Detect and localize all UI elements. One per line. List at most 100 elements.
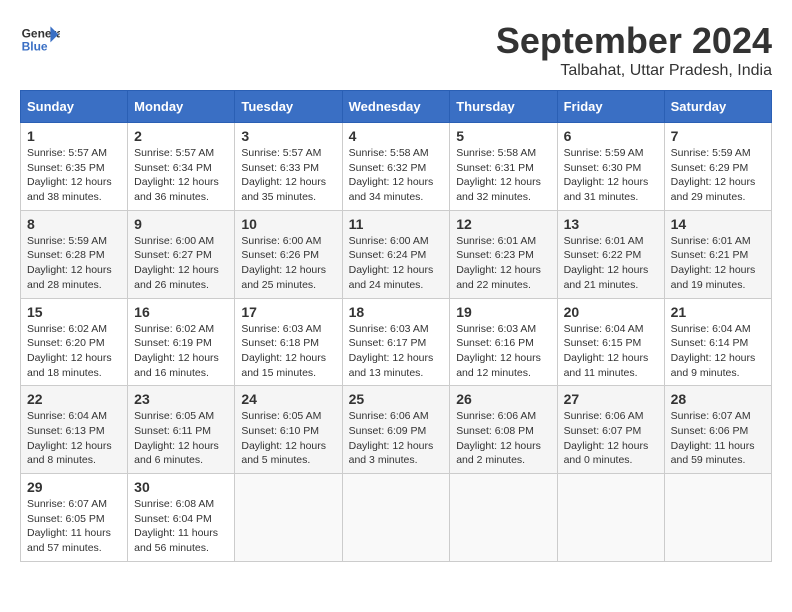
column-header-friday: Friday <box>557 91 664 123</box>
day-info: Sunrise: 6:01 AMSunset: 6:23 PMDaylight:… <box>456 234 550 293</box>
calendar-cell: 12 Sunrise: 6:01 AMSunset: 6:23 PMDayligh… <box>450 210 557 298</box>
day-info: Sunrise: 5:57 AMSunset: 6:34 PMDaylight:… <box>134 146 228 205</box>
day-number: 15 <box>27 304 121 320</box>
calendar-week-row: 8Sunrise: 5:59 AMSunset: 6:28 PMDaylight… <box>21 210 772 298</box>
day-number: 3 <box>241 128 335 144</box>
day-number: 22 <box>27 391 121 407</box>
column-header-monday: Monday <box>128 91 235 123</box>
calendar-cell <box>342 474 450 562</box>
calendar-cell: 16 Sunrise: 6:02 AMSunset: 6:19 PMDayligh… <box>128 298 235 386</box>
logo-icon: General Blue <box>20 20 60 60</box>
day-info: Sunrise: 6:00 AMSunset: 6:26 PMDaylight:… <box>241 234 335 293</box>
column-header-sunday: Sunday <box>21 91 128 123</box>
day-number: 7 <box>671 128 765 144</box>
day-info: Sunrise: 6:04 AMSunset: 6:15 PMDaylight:… <box>564 322 658 381</box>
day-number: 21 <box>671 304 765 320</box>
calendar-cell: 8Sunrise: 5:59 AMSunset: 6:28 PMDaylight… <box>21 210 128 298</box>
calendar-cell: 28Sunrise: 6:07 AMSunset: 6:06 PMDayligh… <box>664 386 771 474</box>
day-info: Sunrise: 6:03 AMSunset: 6:16 PMDaylight:… <box>456 322 550 381</box>
day-info: Sunrise: 6:03 AMSunset: 6:18 PMDaylight:… <box>241 322 335 381</box>
day-number: 19 <box>456 304 550 320</box>
calendar-cell: 2 Sunrise: 5:57 AMSunset: 6:34 PMDaylight… <box>128 123 235 211</box>
month-title: September 2024 <box>496 20 772 62</box>
day-info: Sunrise: 5:59 AMSunset: 6:29 PMDaylight:… <box>671 146 765 205</box>
calendar-cell: 15 Sunrise: 6:02 AMSunset: 6:20 PMDayligh… <box>21 298 128 386</box>
day-info: Sunrise: 6:08 AMSunset: 6:04 PMDaylight:… <box>134 497 228 556</box>
calendar-cell: 19 Sunrise: 6:03 AMSunset: 6:16 PMDayligh… <box>450 298 557 386</box>
svg-text:Blue: Blue <box>22 39 48 53</box>
day-number: 30 <box>134 479 228 495</box>
calendar-cell <box>235 474 342 562</box>
day-info: Sunrise: 5:59 AMSunset: 6:28 PMDaylight:… <box>27 234 121 293</box>
day-number: 16 <box>134 304 228 320</box>
day-info: Sunrise: 6:06 AMSunset: 6:09 PMDaylight:… <box>349 409 444 468</box>
day-number: 10 <box>241 216 335 232</box>
calendar-cell: 24 Sunrise: 6:05 AMSunset: 6:10 PMDayligh… <box>235 386 342 474</box>
day-number: 18 <box>349 304 444 320</box>
day-number: 29 <box>27 479 121 495</box>
calendar-cell: 29Sunrise: 6:07 AMSunset: 6:05 PMDayligh… <box>21 474 128 562</box>
column-header-thursday: Thursday <box>450 91 557 123</box>
calendar-cell: 17 Sunrise: 6:03 AMSunset: 6:18 PMDayligh… <box>235 298 342 386</box>
day-number: 11 <box>349 216 444 232</box>
day-info: Sunrise: 6:02 AMSunset: 6:19 PMDaylight:… <box>134 322 228 381</box>
calendar-week-row: 15 Sunrise: 6:02 AMSunset: 6:20 PMDayligh… <box>21 298 772 386</box>
day-number: 23 <box>134 391 228 407</box>
calendar-cell <box>450 474 557 562</box>
calendar-week-row: 29Sunrise: 6:07 AMSunset: 6:05 PMDayligh… <box>21 474 772 562</box>
calendar-cell: 9Sunrise: 6:00 AMSunset: 6:27 PMDaylight… <box>128 210 235 298</box>
column-header-saturday: Saturday <box>664 91 771 123</box>
day-number: 6 <box>564 128 658 144</box>
day-info: Sunrise: 6:00 AMSunset: 6:27 PMDaylight:… <box>134 234 228 293</box>
day-info: Sunrise: 6:05 AMSunset: 6:10 PMDaylight:… <box>241 409 335 468</box>
day-info: Sunrise: 6:02 AMSunset: 6:20 PMDaylight:… <box>27 322 121 381</box>
calendar-cell: 13Sunrise: 6:01 AMSunset: 6:22 PMDayligh… <box>557 210 664 298</box>
calendar-cell: 26Sunrise: 6:06 AMSunset: 6:08 PMDayligh… <box>450 386 557 474</box>
day-number: 4 <box>349 128 444 144</box>
day-info: Sunrise: 5:58 AMSunset: 6:32 PMDaylight:… <box>349 146 444 205</box>
day-info: Sunrise: 6:04 AMSunset: 6:13 PMDaylight:… <box>27 409 121 468</box>
day-number: 28 <box>671 391 765 407</box>
day-info: Sunrise: 5:57 AMSunset: 6:35 PMDaylight:… <box>27 146 121 205</box>
calendar-cell: 5 Sunrise: 5:58 AMSunset: 6:31 PMDaylight… <box>450 123 557 211</box>
day-number: 25 <box>349 391 444 407</box>
page-header: General Blue September 2024 Talbahat, Ut… <box>20 20 772 80</box>
day-number: 2 <box>134 128 228 144</box>
day-info: Sunrise: 5:57 AMSunset: 6:33 PMDaylight:… <box>241 146 335 205</box>
day-number: 24 <box>241 391 335 407</box>
calendar-cell: 18Sunrise: 6:03 AMSunset: 6:17 PMDayligh… <box>342 298 450 386</box>
calendar-cell: 1 Sunrise: 5:57 AMSunset: 6:35 PMDaylight… <box>21 123 128 211</box>
day-number: 1 <box>27 128 121 144</box>
day-number: 14 <box>671 216 765 232</box>
calendar-cell: 11 Sunrise: 6:00 AMSunset: 6:24 PMDayligh… <box>342 210 450 298</box>
calendar-cell <box>557 474 664 562</box>
day-number: 17 <box>241 304 335 320</box>
day-info: Sunrise: 5:59 AMSunset: 6:30 PMDaylight:… <box>564 146 658 205</box>
calendar-cell: 20 Sunrise: 6:04 AMSunset: 6:15 PMDayligh… <box>557 298 664 386</box>
day-number: 27 <box>564 391 658 407</box>
calendar-cell <box>664 474 771 562</box>
calendar-cell: 23Sunrise: 6:05 AMSunset: 6:11 PMDayligh… <box>128 386 235 474</box>
calendar-cell: 6 Sunrise: 5:59 AMSunset: 6:30 PMDaylight… <box>557 123 664 211</box>
day-info: Sunrise: 6:01 AMSunset: 6:21 PMDaylight:… <box>671 234 765 293</box>
day-info: Sunrise: 5:58 AMSunset: 6:31 PMDaylight:… <box>456 146 550 205</box>
column-header-wednesday: Wednesday <box>342 91 450 123</box>
day-number: 20 <box>564 304 658 320</box>
column-header-tuesday: Tuesday <box>235 91 342 123</box>
day-number: 13 <box>564 216 658 232</box>
day-number: 12 <box>456 216 550 232</box>
location: Talbahat, Uttar Pradesh, India <box>496 62 772 80</box>
day-info: Sunrise: 6:00 AMSunset: 6:24 PMDaylight:… <box>349 234 444 293</box>
calendar-cell: 3 Sunrise: 5:57 AMSunset: 6:33 PMDaylight… <box>235 123 342 211</box>
calendar-cell: 21Sunrise: 6:04 AMSunset: 6:14 PMDayligh… <box>664 298 771 386</box>
logo: General Blue <box>20 20 60 60</box>
calendar-cell: 25 Sunrise: 6:06 AMSunset: 6:09 PMDayligh… <box>342 386 450 474</box>
calendar-cell: 7 Sunrise: 5:59 AMSunset: 6:29 PMDaylight… <box>664 123 771 211</box>
calendar-cell: 27Sunrise: 6:06 AMSunset: 6:07 PMDayligh… <box>557 386 664 474</box>
calendar-week-row: 22 Sunrise: 6:04 AMSunset: 6:13 PMDayligh… <box>21 386 772 474</box>
calendar-cell: 4 Sunrise: 5:58 AMSunset: 6:32 PMDaylight… <box>342 123 450 211</box>
title-area: September 2024 Talbahat, Uttar Pradesh, … <box>496 20 772 80</box>
day-number: 26 <box>456 391 550 407</box>
day-number: 5 <box>456 128 550 144</box>
calendar-week-row: 1 Sunrise: 5:57 AMSunset: 6:35 PMDaylight… <box>21 123 772 211</box>
